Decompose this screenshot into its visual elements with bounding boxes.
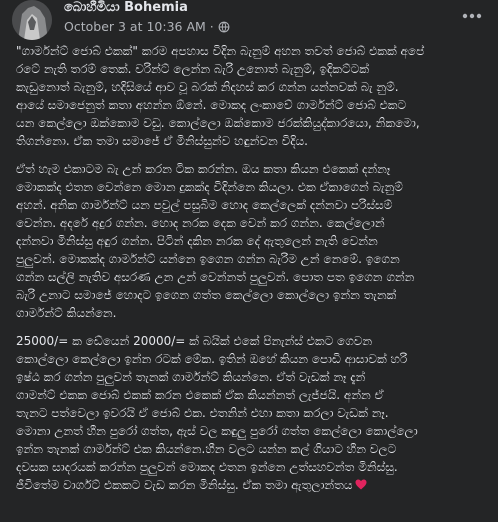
avatar-image-icon <box>12 0 52 40</box>
post-meta: October 3 at 10:36 AM · <box>64 19 230 34</box>
facebook-post: බොහීමියා Bohemia October 3 at 10:36 AM ·… <box>0 0 498 522</box>
avatar[interactable] <box>12 0 52 40</box>
post-paragraph-1: "ගාර්මන්ට් ජොබ් එකක්" කරම අපහාස විදින බැ… <box>16 44 425 148</box>
more-options-icon <box>462 13 482 19</box>
post-body: "ගාර්මන්ට් ජොබ් එකක්" කරම අපහාස විදින බැ… <box>16 42 486 504</box>
post-timestamp[interactable]: October 3 at 10:36 AM <box>64 19 206 34</box>
author-name[interactable]: බොහීමියා Bohemia <box>64 0 188 15</box>
more-options-button[interactable] <box>458 6 486 26</box>
globe-icon[interactable] <box>218 21 230 33</box>
post-paragraph-2: ඒත් හැම එකාටම බැ උන් කරන ටික කරන්න. ඔය ක… <box>16 162 415 320</box>
heart-icon <box>355 479 367 490</box>
post-paragraph-3: 25000/= ක ඩේයෙන් 20000/= ක් බයික් එකේ පි… <box>16 332 486 494</box>
meta-separator: · <box>209 19 214 34</box>
post-paragraph-3-text: 25000/= ක ඩේයෙන් 20000/= ක් බයික් එකේ පි… <box>16 334 418 492</box>
post-header: බොහීමියා Bohemia October 3 at 10:36 AM · <box>12 0 486 40</box>
